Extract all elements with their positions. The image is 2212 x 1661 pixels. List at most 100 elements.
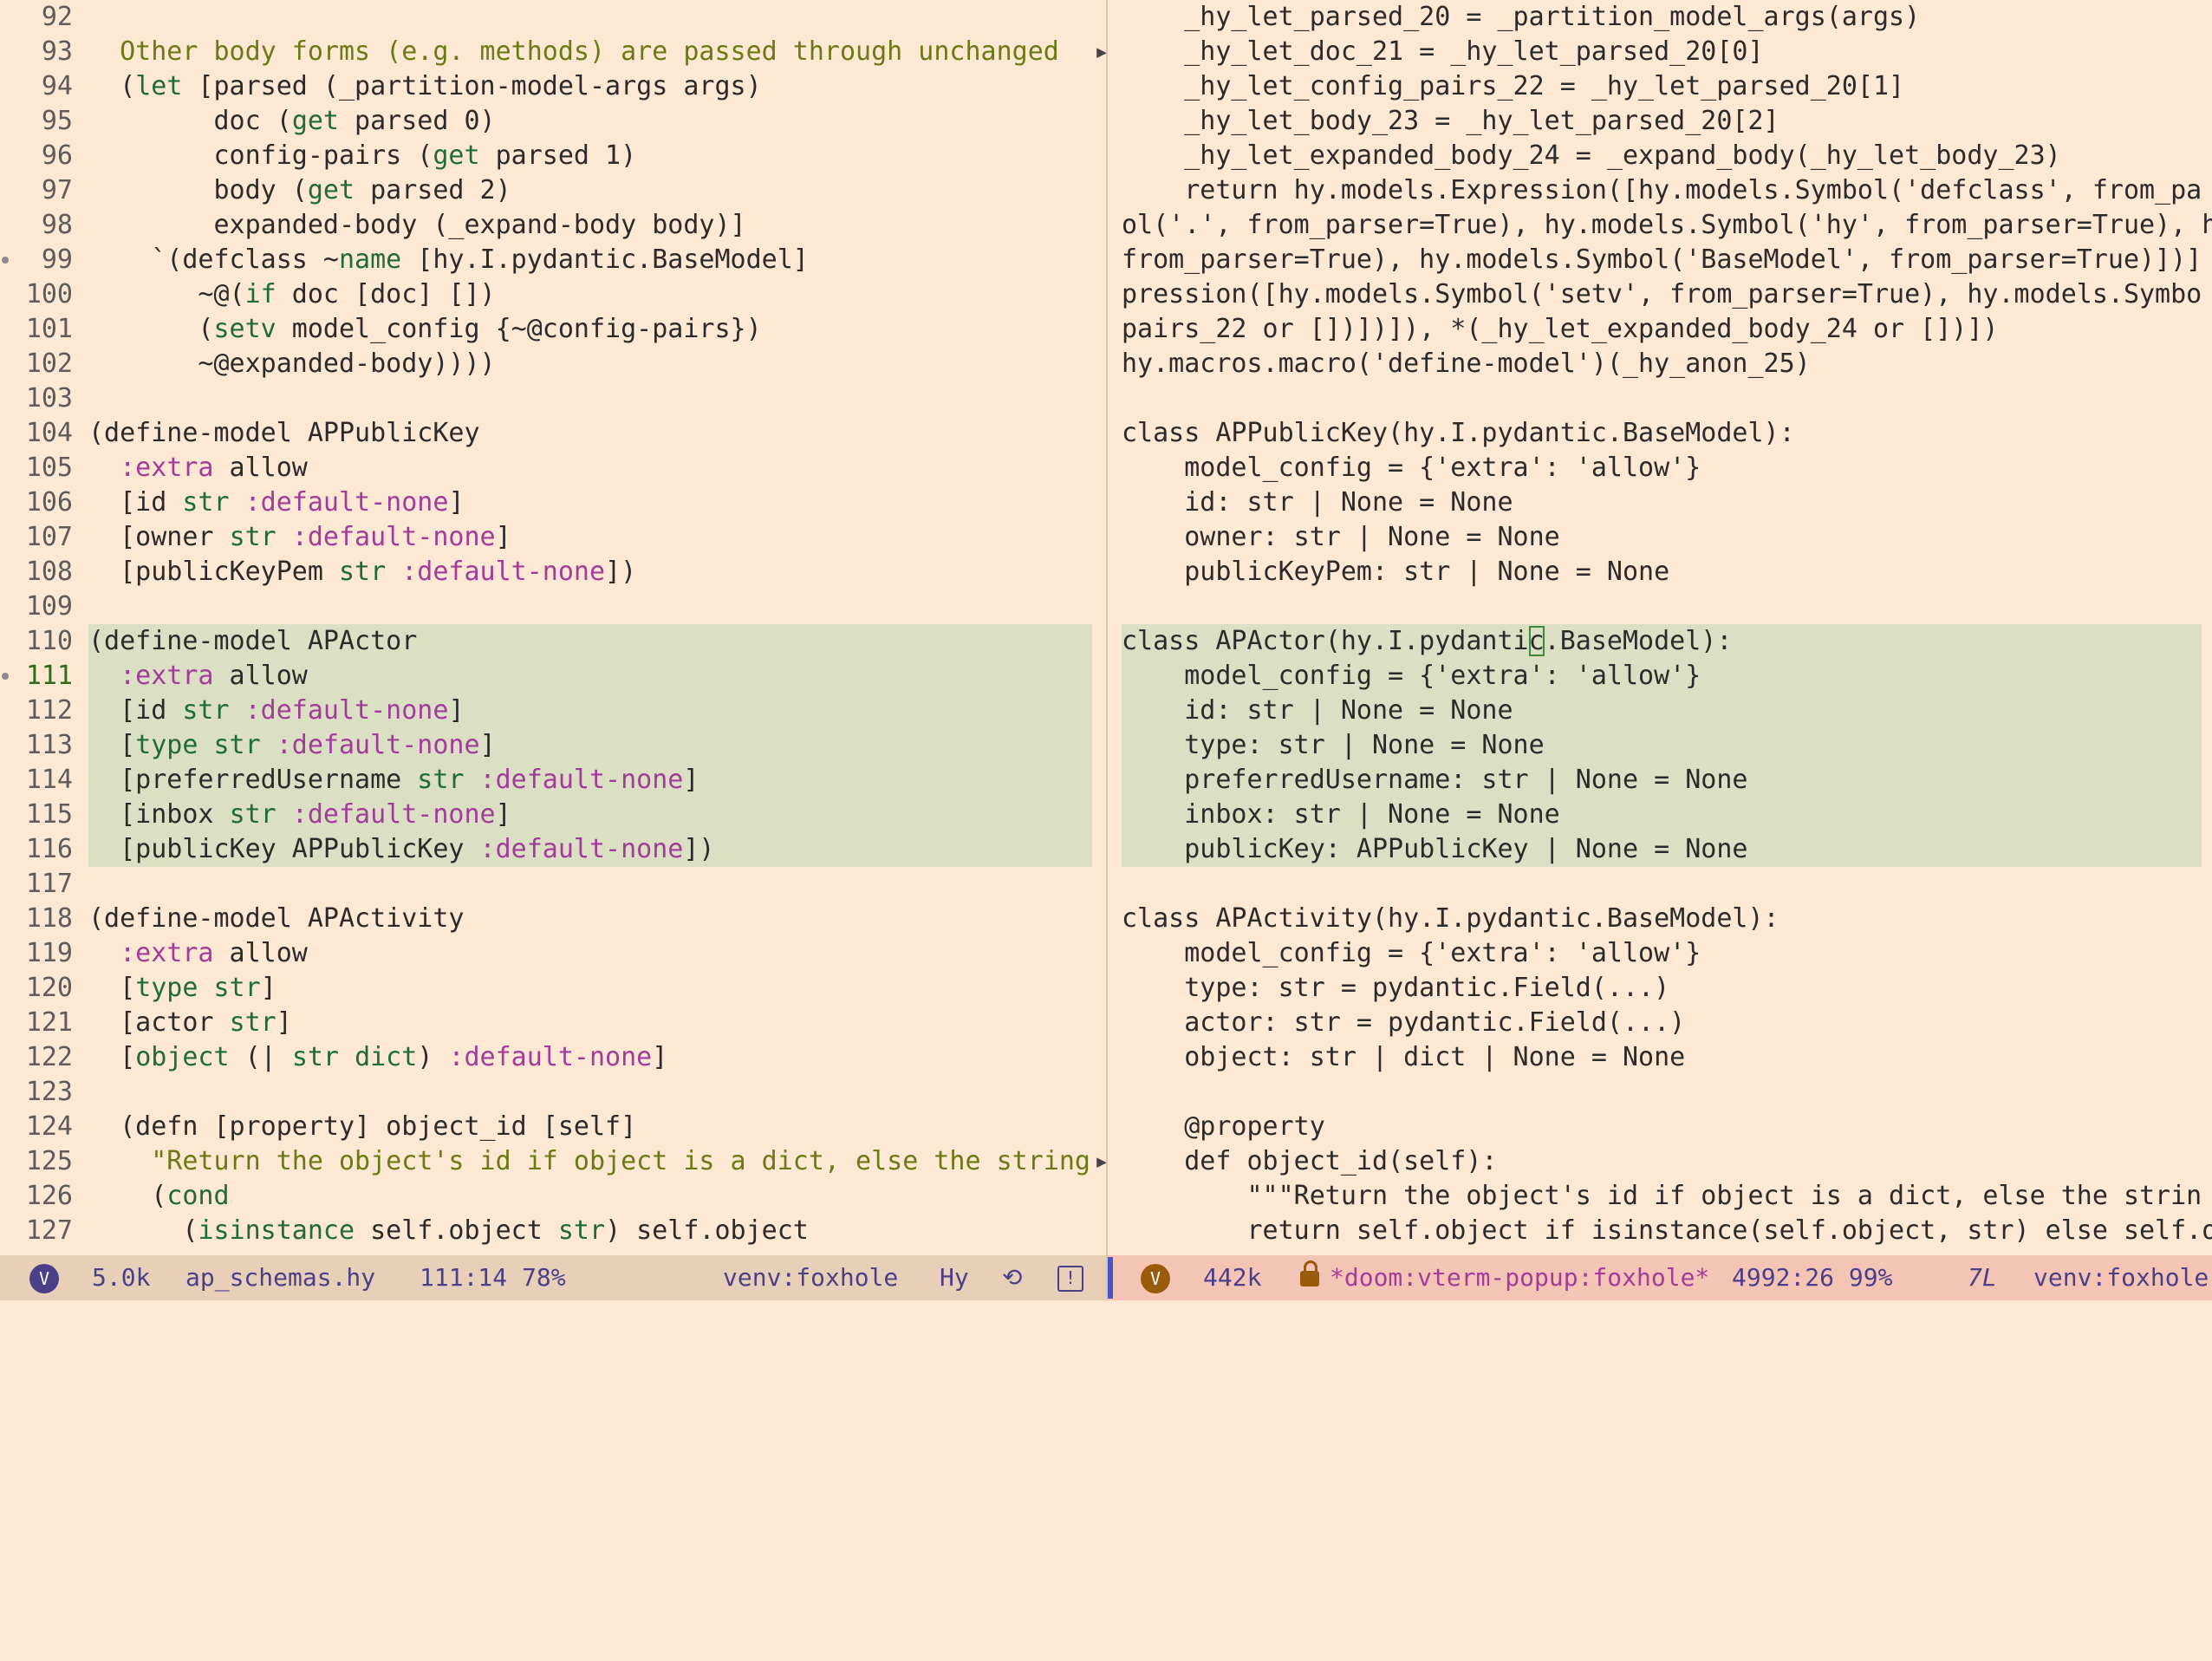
code-line[interactable]: ol('.', from_parser=True), hy.models.Sym… [1108,208,2212,243]
code-token: [publicKey APPublicKey [88,834,480,864]
code-text: """Return the object's id if object is a… [1122,1179,2202,1214]
code-line[interactable]: actor: str = pydantic.Field(...) [1108,1006,2212,1040]
code-line[interactable]: 125 "Return the object's id if object is… [0,1144,1106,1179]
line-number: 107 [25,522,73,552]
code-line[interactable]: class APPublicKey(hy.I.pydantic.BaseMode… [1108,416,2212,451]
code-line[interactable]: def object_id(self): [1108,1144,2212,1179]
code-line[interactable]: from_parser=True), hy.models.Symbol('Bas… [1108,243,2212,277]
code-line[interactable]: id: str | None = None [1108,694,2212,728]
code-line[interactable]: 113 [type str :default-none] [0,728,1106,763]
code-line[interactable]: 99 `(defclass ~name [hy.I.pydantic.BaseM… [0,243,1106,277]
code-line[interactable]: 98 expanded-body (_expand-body body)] [0,208,1106,243]
code-line[interactable]: 116 [publicKey APPublicKey :default-none… [0,832,1106,867]
code-line[interactable]: 94 (let [parsed (_partition-model-args a… [0,69,1106,104]
code-token: class APActivity(hy.I.pydantic.BaseModel… [1122,903,1779,934]
code-line[interactable]: 118 (define-model APActivity [0,902,1106,936]
code-line[interactable]: pairs_22 or [])])]), *(_hy_let_expanded_… [1108,312,2212,347]
line-number: 95 [41,106,73,136]
code-token: allow [213,453,308,483]
code-line[interactable]: model_config = {'extra': 'allow'} [1108,659,2212,694]
code-line[interactable]: _hy_let_parsed_20 = _partition_model_arg… [1108,0,2212,35]
code-line[interactable]: 105 :extra allow [0,451,1106,485]
code-token: [parsed (_partition-model-args args) [182,71,762,101]
code-line[interactable]: 97 body (get parsed 2) [0,173,1106,208]
code-token: .BaseModel): [1544,626,1733,656]
code-line[interactable]: 124 (defn [property] object_id [self] [0,1110,1106,1144]
code-line[interactable]: 107 [owner str :default-none] [0,520,1106,555]
code-line[interactable]: id: str | None = None [1108,485,2212,520]
code-line[interactable]: 110 (define-model APActor [0,624,1106,659]
code-line[interactable]: 112 [id str :default-none] [0,694,1106,728]
code-line[interactable]: 120 [type str] [0,971,1106,1006]
code-line[interactable]: _hy_let_expanded_body_24 = _expand_body(… [1108,139,2212,173]
code-line[interactable]: 106 [id str :default-none] [0,485,1106,520]
code-line[interactable]: 102 ~@expanded-body)))) [0,347,1106,381]
code-line[interactable] [1108,381,2212,416]
code-line[interactable]: 108 [publicKeyPem str :default-none]) [0,555,1106,589]
code-text: (cond [88,1179,229,1214]
code-line[interactable]: _hy_let_config_pairs_22 = _hy_let_parsed… [1108,69,2212,104]
code-line[interactable]: return hy.models.Expression([hy.models.S… [1108,173,2212,208]
code-line[interactable]: 117 [0,867,1106,902]
code-line[interactable]: 122 [object (| str dict) :default-none] [0,1040,1106,1075]
venv-indicator[interactable]: venv:foxhole [723,1255,898,1300]
code-line[interactable] [1108,1075,2212,1110]
code-token: inbox: str | None = None [1122,799,1560,830]
code-line[interactable]: model_config = {'extra': 'allow'} [1108,451,2212,485]
code-line[interactable]: type: str | None = None [1108,728,2212,763]
code-line[interactable]: owner: str | None = None [1108,520,2212,555]
code-line[interactable]: 96 config-pairs (get parsed 1) [0,139,1106,173]
code-line[interactable]: pression([hy.models.Symbol('setv', from_… [1108,277,2212,312]
code-line[interactable]: class APActor(hy.I.pydantic.BaseModel): [1108,624,2212,659]
code-line[interactable]: publicKey: APPublicKey | None = None [1108,832,2212,867]
code-token: allow [213,661,308,691]
code-line[interactable]: 115 [inbox str :default-none] [0,798,1106,832]
code-line[interactable]: 93 Other body forms (e.g. methods) are p… [0,35,1106,69]
code-line[interactable]: 121 [actor str] [0,1006,1106,1040]
code-line[interactable]: return self.object if isinstance(self.ob… [1108,1214,2212,1248]
code-line[interactable]: 104 (define-model APPublicKey [0,416,1106,451]
code-line[interactable]: model_config = {'extra': 'allow'} [1108,936,2212,971]
code-line[interactable]: type: str = pydantic.Field(...) [1108,971,2212,1006]
code-line[interactable]: 109 [0,589,1106,624]
code-token: ] [260,973,276,1003]
code-line[interactable]: preferredUsername: str | None = None [1108,763,2212,798]
code-line[interactable]: 127 (isinstance self.object str) self.ob… [0,1214,1106,1248]
code-line[interactable]: _hy_let_doc_21 = _hy_let_parsed_20[0] [1108,35,2212,69]
code-text: (let [parsed (_partition-model-args args… [88,69,762,104]
code-line[interactable]: _hy_let_body_23 = _hy_let_parsed_20[2] [1108,104,2212,139]
code-text: [id str :default-none] [88,694,464,728]
code-line[interactable]: 111 :extra allow [0,659,1106,694]
code-line[interactable]: 119 :extra allow [0,936,1106,971]
code-line[interactable]: """Return the object's id if object is a… [1108,1179,2212,1214]
code-line[interactable]: hy.macros.macro('define-model')(_hy_anon… [1108,347,2212,381]
major-mode[interactable]: Hy [940,1255,969,1300]
code-line[interactable]: 100 ~@(if doc [doc] []) [0,277,1106,312]
code-line[interactable]: 92 [0,0,1106,35]
warning-icon[interactable]: ! [1057,1255,1083,1300]
code-line[interactable] [1108,589,2212,624]
code-line[interactable]: 95 doc (get parsed 0) [0,104,1106,139]
left-editor-pane[interactable]: 92 93 Other body forms (e.g. methods) ar… [0,0,1106,1255]
code-line[interactable]: 114 [preferredUsername str :default-none… [0,763,1106,798]
code-line[interactable]: object: str | dict | None = None [1108,1040,2212,1075]
code-line[interactable]: 103 [0,381,1106,416]
code-line[interactable]: 123 [0,1075,1106,1110]
code-line[interactable]: 126 (cond [0,1179,1106,1214]
code-token: [ [88,973,136,1003]
code-line[interactable]: 101 (setv model_config {~@config-pairs}) [0,312,1106,347]
code-line[interactable] [1108,867,2212,902]
venv-indicator[interactable]: venv:foxhole [2033,1255,2209,1300]
buffer-name[interactable]: ap_schemas.hy [185,1255,375,1300]
right-editor-pane[interactable]: _hy_let_parsed_20 = _partition_model_arg… [1108,0,2212,1255]
code-line[interactable]: @property [1108,1110,2212,1144]
code-token: "Return the object's id if object is a d… [88,1146,1090,1176]
code-token: ] [652,1042,668,1072]
code-token: ~@( [88,279,245,309]
code-line[interactable]: class APActivity(hy.I.pydantic.BaseModel… [1108,902,2212,936]
vc-sync-icon[interactable]: ⟲ [1002,1255,1022,1300]
code-line[interactable]: inbox: str | None = None [1108,798,2212,832]
code-line[interactable]: publicKeyPem: str | None = None [1108,555,2212,589]
buffer-name[interactable]: *doom:vterm-popup:foxhole* [1330,1255,1709,1300]
code-text: id: str | None = None [1122,694,1513,728]
